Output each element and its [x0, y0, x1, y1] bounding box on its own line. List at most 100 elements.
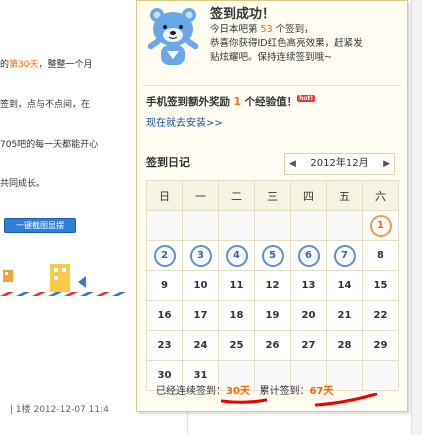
- calendar-day-cell[interactable]: 21: [326, 300, 363, 331]
- day-number: 19: [265, 310, 280, 321]
- calendar-day-cell[interactable]: 16: [146, 300, 183, 331]
- calendar-day-cell[interactable]: 26: [254, 330, 291, 361]
- post-text-fragment: 的: [0, 60, 10, 70]
- day-number: 8: [377, 250, 384, 261]
- signed-day-marker: 3: [189, 244, 212, 267]
- calendar-empty-cell: [182, 210, 219, 241]
- day-number: 11: [229, 280, 244, 291]
- envelope-decoration: [0, 264, 135, 296]
- weekday-label: 日: [146, 180, 183, 211]
- calendar-day-cell[interactable]: 8: [362, 240, 399, 271]
- signed-day-marker: 6: [297, 244, 320, 267]
- calendar-day-cell[interactable]: 19: [254, 300, 291, 331]
- weekday-header-row: 日 一 二 三 四 五 六: [146, 180, 399, 211]
- rank-text: 今日本吧第: [210, 24, 261, 35]
- day-number: 13: [301, 280, 316, 291]
- calendar-empty-cell: [218, 210, 255, 241]
- signed-day-marker: 4: [225, 244, 248, 267]
- calendar-day-cell[interactable]: 5: [254, 240, 291, 271]
- weekday-label: 五: [326, 180, 363, 211]
- calendar-week-row: 16 17 18 19 20 21 22: [146, 300, 399, 331]
- post-text-line: 705吧的每一天都能开心: [0, 140, 99, 150]
- calendar-empty-cell: [254, 210, 291, 241]
- calendar-day-cell[interactable]: 27: [290, 330, 327, 361]
- bear-mascot-icon: [147, 8, 199, 65]
- day-number: 26: [265, 340, 280, 351]
- success-title: 签到成功！: [210, 7, 276, 22]
- calendar-day-cell[interactable]: 11: [218, 270, 255, 301]
- calendar-day-cell[interactable]: 24: [182, 330, 219, 361]
- calendar-day-cell[interactable]: 25: [218, 330, 255, 361]
- day-number: 15: [373, 280, 388, 291]
- prev-month-icon[interactable]: ◀: [289, 154, 296, 174]
- calendar-day-cell[interactable]: 29: [362, 330, 399, 361]
- section-divider: [143, 85, 401, 86]
- day-number: 29: [373, 340, 388, 351]
- calendar-day-cell[interactable]: 1: [362, 210, 399, 241]
- post-text-line: 的第30天，整整一个月: [0, 57, 92, 70]
- weekday-label: 一: [182, 180, 219, 211]
- promo-number: 1: [233, 96, 241, 108]
- promo-text: 手机签到额外奖励: [146, 96, 234, 108]
- calendar-empty-cell: [146, 210, 183, 241]
- calendar-day-cell[interactable]: 6: [290, 240, 327, 271]
- day-number: 20: [301, 310, 316, 321]
- calendar-week-row: 9 10 11 12 13 14 15: [146, 270, 399, 301]
- calendar-day-cell[interactable]: 23: [146, 330, 183, 361]
- congrats-line: 恭喜你获得ID红色高亮效果，赶紧发: [210, 38, 363, 49]
- calendar-week-row: 234567 8: [146, 240, 399, 271]
- calendar-day-cell[interactable]: 15: [362, 270, 399, 301]
- day-number: 14: [337, 280, 352, 291]
- calendar-day-cell[interactable]: 10: [182, 270, 219, 301]
- weekday-label: 四: [290, 180, 327, 211]
- calendar-day-cell[interactable]: 7: [326, 240, 363, 271]
- calendar-day-cell[interactable]: 12: [254, 270, 291, 301]
- current-month: 2012年12月: [310, 158, 369, 169]
- calendar-week-row: 23 24 25 26 27 28 29: [146, 330, 399, 361]
- calendar-day-cell[interactable]: 4: [218, 240, 255, 271]
- signed-day-marker: 7: [333, 244, 356, 267]
- day-number: 21: [337, 310, 352, 321]
- screenshot-share-button[interactable]: 一键截图显摆: [4, 218, 76, 233]
- day-number: 9: [161, 280, 168, 291]
- calendar-day-cell[interactable]: 3: [182, 240, 219, 271]
- sign-success-header: 签到成功！ 今日本吧第 53 个签到， 恭喜你获得ID红色高亮效果，赶紧发 贴炫…: [137, 1, 407, 81]
- calendar-day-cell[interactable]: 9: [146, 270, 183, 301]
- calendar-day-cell[interactable]: 13: [290, 270, 327, 301]
- calendar-day-cell[interactable]: 14: [326, 270, 363, 301]
- signed-day-marker: 1: [369, 214, 392, 237]
- calendar-grid: 日 一 二 三 四 五 六 1 2 3 4 5 6 7 8 9 10 11 12 13 14 15 16 17 1…: [146, 180, 399, 391]
- day-number: 30: [157, 370, 172, 381]
- post-highlight: 第30天: [9, 60, 39, 70]
- calendar-empty-cell: [326, 210, 363, 241]
- calendar-day-cell[interactable]: 28: [326, 330, 363, 361]
- day-number: 27: [301, 340, 316, 351]
- day-number: 31: [193, 370, 208, 381]
- day-number: 18: [229, 310, 244, 321]
- calendar-title: 签到日记: [146, 156, 190, 169]
- day-number: 16: [157, 310, 172, 321]
- post-floor-info: | 1楼 2012-12-07 11:4: [10, 405, 109, 415]
- calendar-day-cell[interactable]: 18: [218, 300, 255, 331]
- calendar-day-cell[interactable]: 17: [182, 300, 219, 331]
- total-label: 累计签到：: [259, 386, 310, 397]
- install-app-link[interactable]: 现在就去安装>>: [146, 114, 223, 129]
- calendar-day-cell[interactable]: 22: [362, 300, 399, 331]
- next-month-icon[interactable]: ▶: [383, 154, 390, 174]
- rank-number: 53: [260, 24, 273, 35]
- calendar-body: 1 2 3 4 5 6 7 8 9 10 11 12 13 14 15 16 17 18 19 20 21 22 23 24 2…: [146, 210, 399, 391]
- calendar-empty-cell: [362, 360, 399, 391]
- promo-text: 个经验值！: [240, 96, 298, 108]
- weekday-label: 六: [362, 180, 399, 211]
- day-number: 25: [229, 340, 244, 351]
- annotation-underline: [221, 398, 267, 404]
- congrats-line: 贴炫耀吧。保持连续签到哦~: [210, 52, 332, 63]
- calendar-day-cell[interactable]: 20: [290, 300, 327, 331]
- hot-badge: hot!: [297, 95, 316, 102]
- weekday-label: 三: [254, 180, 291, 211]
- signed-day-marker: 2: [153, 244, 176, 267]
- day-number: 24: [193, 340, 208, 351]
- calendar-week-row: 1: [146, 210, 399, 241]
- scrollbar[interactable]: [411, 0, 422, 435]
- calendar-day-cell[interactable]: 2: [146, 240, 183, 271]
